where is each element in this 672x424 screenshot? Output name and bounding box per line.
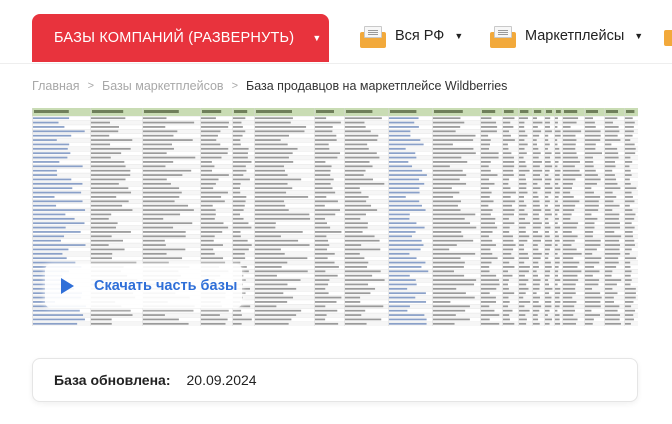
region-label: Вся РФ — [395, 28, 445, 44]
folder-box-icon — [490, 24, 516, 48]
chevron-right-icon: > — [231, 80, 239, 92]
company-bases-menu-button[interactable]: БАЗЫ КОМПАНИЙ (РАЗВЕРНУТЬ) ▼ — [32, 14, 329, 62]
breadcrumb-section-link[interactable]: Базы маркетплейсов — [102, 79, 224, 93]
download-sample-label: Скачать часть базы — [94, 278, 238, 294]
breadcrumb: Главная > Базы маркетплейсов > База прод… — [32, 79, 507, 93]
region-selector[interactable]: Вся РФ ▼ — [360, 24, 463, 48]
category-selector[interactable]: Маркетплейсы ▼ — [490, 24, 643, 48]
chevron-down-icon: ▼ — [454, 31, 464, 41]
chevron-down-icon: ▼ — [634, 31, 644, 41]
top-navigation: БАЗЫ КОМПАНИЙ (РАЗВЕРНУТЬ) ▼ Вся РФ ▼ Ма… — [0, 0, 672, 64]
breadcrumb-current: База продавцов на маркетплейсе Wildberri… — [246, 79, 508, 93]
folder-box-icon — [664, 30, 672, 46]
download-sample-button[interactable]: Скачать часть базы — [45, 264, 242, 308]
breadcrumb-home-link[interactable]: Главная — [32, 79, 80, 93]
update-date: 20.09.2024 — [186, 372, 257, 388]
chevron-down-icon: ▼ — [312, 33, 322, 43]
update-info-card: База обновлена: 20.09.2024 — [32, 358, 638, 402]
company-bases-label: БАЗЫ КОМПАНИЙ (РАЗВЕРНУТЬ) — [54, 30, 295, 46]
update-label: База обновлена: — [54, 372, 171, 388]
play-icon — [61, 278, 74, 294]
chevron-right-icon: > — [87, 80, 95, 92]
category-label: Маркетплейсы — [525, 28, 625, 44]
folder-box-icon — [360, 24, 386, 48]
